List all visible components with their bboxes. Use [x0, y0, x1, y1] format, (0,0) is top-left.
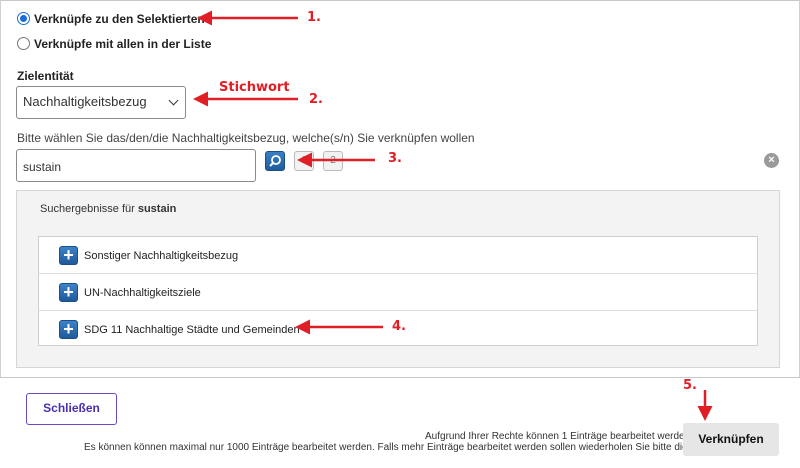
- annotation-step3: 3.: [388, 151, 402, 166]
- annotation-step5: 5.: [683, 378, 697, 393]
- annotation-step4: 4.: [392, 319, 406, 334]
- annotation-step2: 2.: [309, 92, 323, 107]
- annotation-step1: 1.: [307, 10, 321, 25]
- annotation-overlay: [193, 10, 713, 421]
- annotation-keyword: Stichwort: [219, 80, 290, 95]
